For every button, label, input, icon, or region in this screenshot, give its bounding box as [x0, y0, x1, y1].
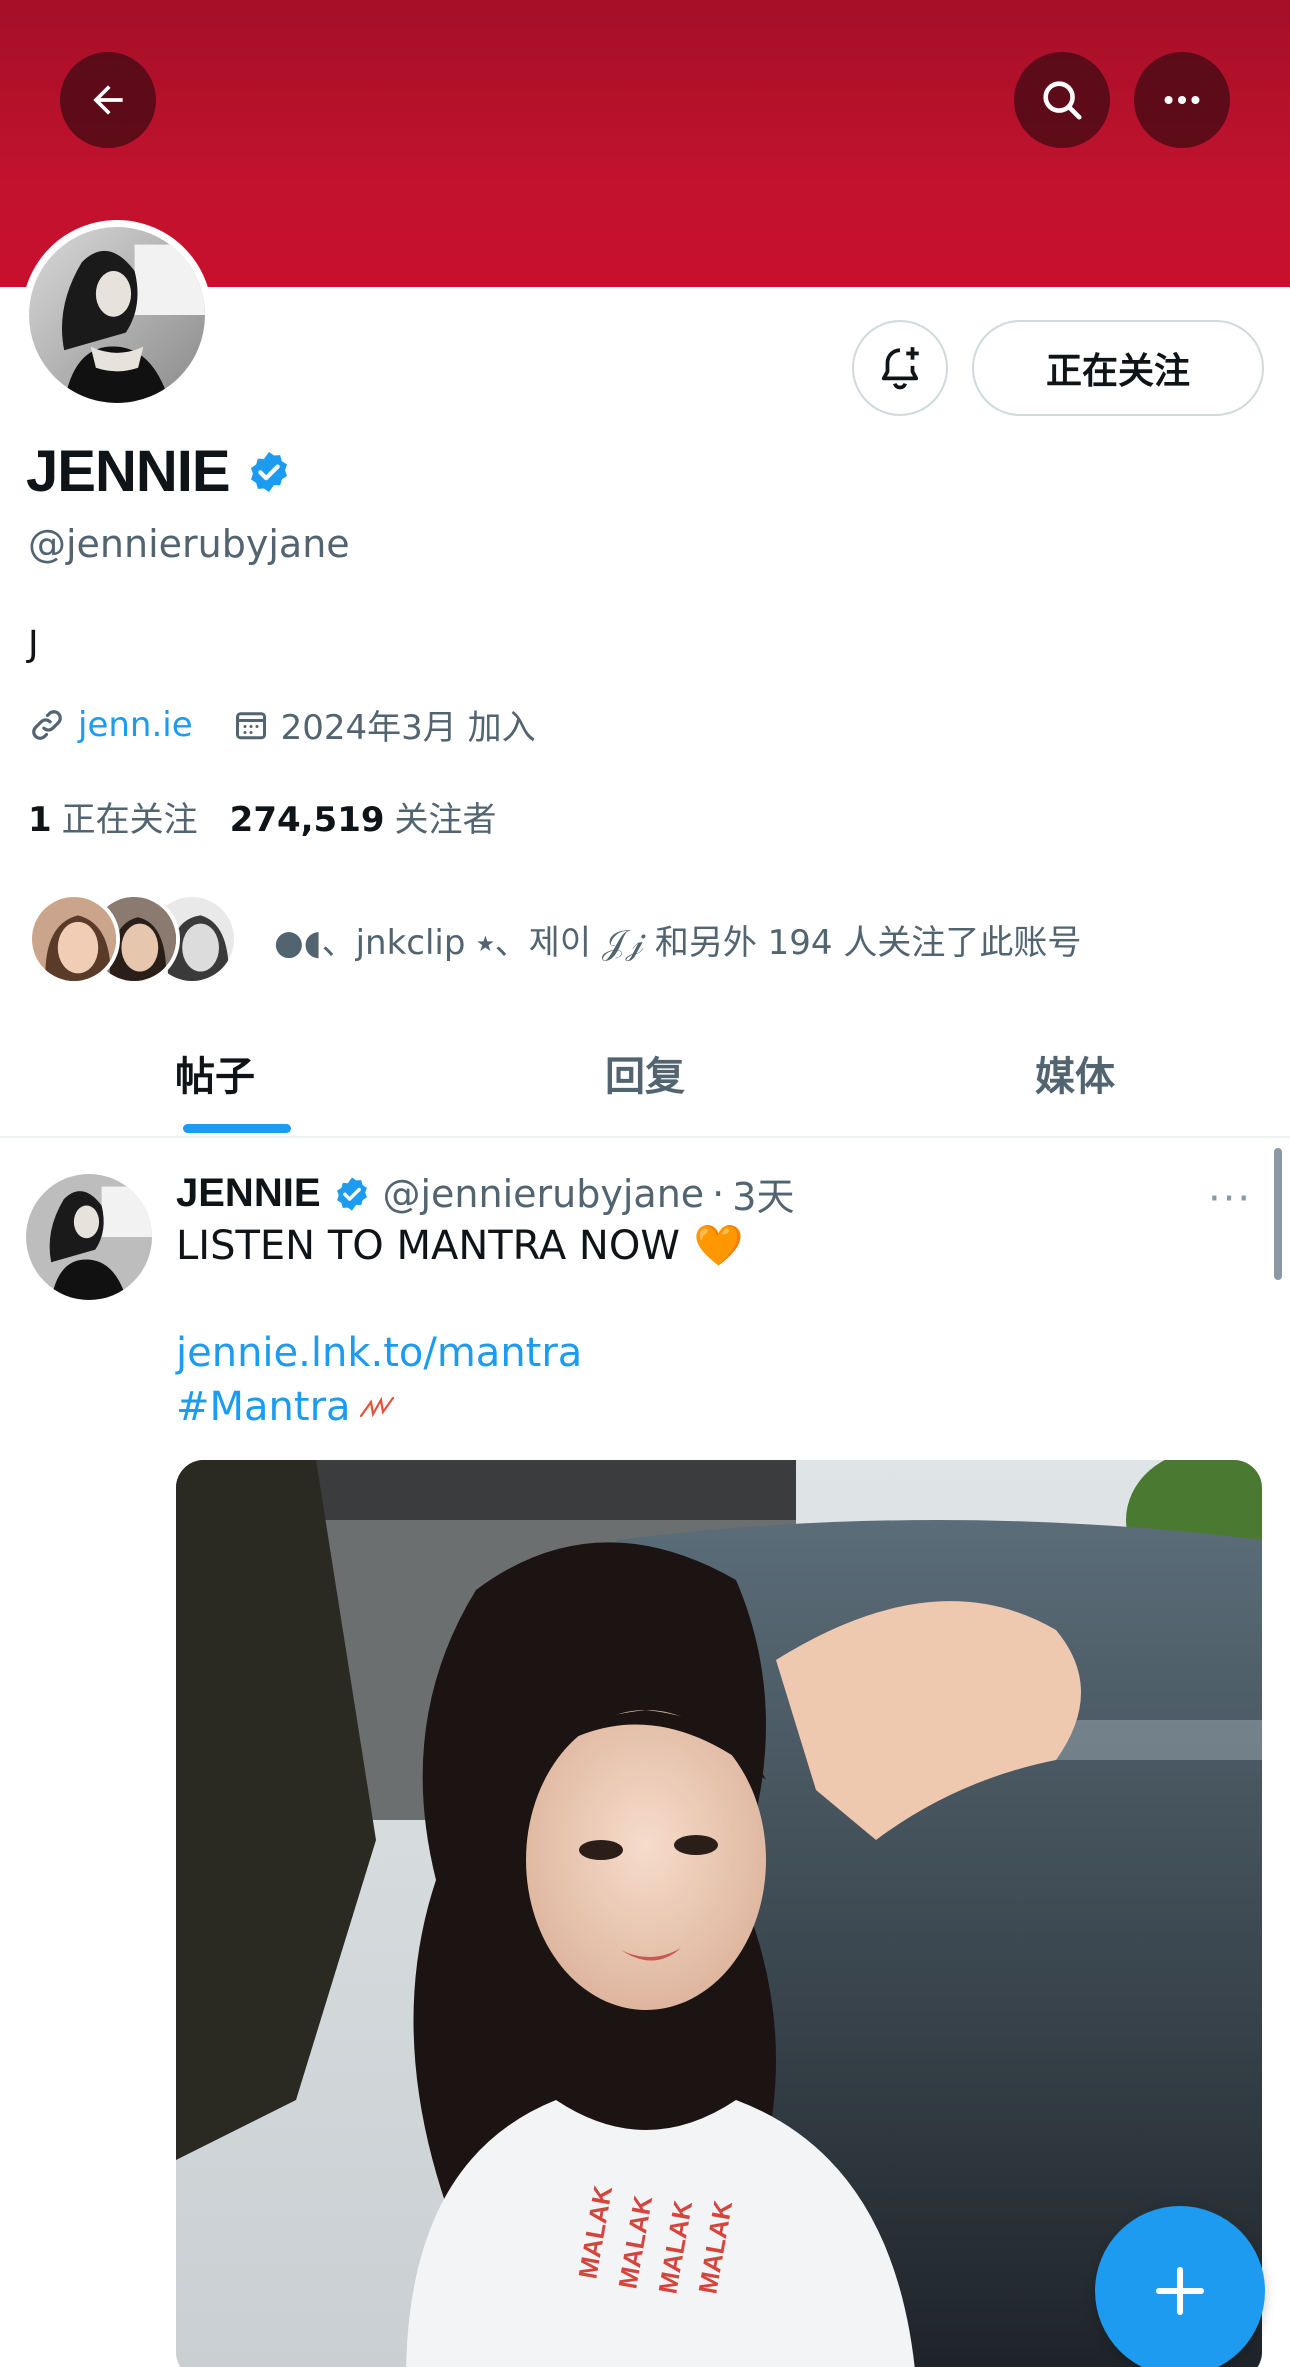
display-name-row: JENNIE — [26, 438, 292, 505]
follow-stats: 1 正在关注 274,519 关注者 — [28, 792, 497, 841]
following-button[interactable]: 正在关注 — [972, 320, 1264, 416]
tweet-link[interactable]: jennie.lnk.to/mantra — [176, 1330, 582, 1376]
bell-plus-icon — [881, 347, 919, 390]
profile-link-text[interactable]: jenn.ie — [78, 705, 193, 745]
profile-handle: @jennierubyjane — [28, 522, 350, 566]
tab-media[interactable]: 媒体 — [860, 1010, 1290, 1136]
calendar-icon — [235, 711, 266, 739]
following-label: 正在关注 — [61, 800, 198, 840]
tweet-separator: · — [712, 1171, 725, 1216]
compose-button[interactable] — [1095, 2206, 1265, 2367]
arrow-left-icon — [93, 85, 123, 115]
notification-button[interactable] — [852, 320, 948, 416]
tweet-text: LISTEN TO MANTRA NOW 🧡 — [176, 1222, 744, 1270]
plus-icon — [1155, 2266, 1205, 2316]
mutual-avatars — [28, 893, 238, 985]
profile-link[interactable]: jenn.ie — [28, 705, 193, 745]
profile-meta: jenn.ie 2024年3月 加入 — [28, 700, 576, 749]
search-icon — [1043, 81, 1082, 120]
verified-badge-icon — [250, 451, 287, 492]
more-button[interactable] — [1134, 52, 1230, 148]
more-horizontal-icon — [1164, 95, 1200, 105]
tweet-avatar[interactable] — [26, 1174, 152, 1300]
tweet-header: JENNIE @jennierubyjane · 3天 — [176, 1166, 794, 1221]
search-button[interactable] — [1014, 52, 1110, 148]
tweet-time[interactable]: 3天 — [732, 1166, 794, 1221]
avatar-photo — [29, 227, 205, 403]
orange-heart-icon: 🧡 — [693, 1223, 744, 1269]
mantra-hashflag-icon — [359, 1396, 394, 1418]
followers-label: 关注者 — [394, 800, 497, 840]
profile-tabs: 帖子 回复 媒体 — [0, 1010, 1290, 1138]
verified-badge-icon — [336, 1176, 367, 1211]
tweet-media-image[interactable]: MALAK MALAK MALAK MALAK — [176, 1460, 1262, 2367]
followers-count[interactable]: 274,519 关注者 — [230, 792, 497, 841]
tab-posts[interactable]: 帖子 — [0, 1010, 430, 1136]
tweet-author-handle: @jennierubyjane — [382, 1171, 705, 1216]
followers-you-know[interactable]: ●◖、jnkclip ⭑、제이 𝒥𝒿 和另外 194 人关注了此账号 — [28, 893, 1081, 985]
profile-banner — [0, 0, 1290, 287]
followers-you-know-text: ●◖、jnkclip ⭑、제이 𝒥𝒿 和另外 194 人关注了此账号 — [274, 922, 1082, 963]
tweet-author-name[interactable]: JENNIE — [176, 1171, 321, 1216]
profile-bio: J — [28, 624, 39, 665]
link-icon — [32, 709, 62, 740]
following-number: 1 — [28, 800, 52, 840]
mutual-avatar — [28, 893, 120, 985]
back-button[interactable] — [60, 52, 156, 148]
profile-avatar[interactable] — [22, 220, 212, 410]
following-count[interactable]: 1 正在关注 — [28, 792, 198, 841]
tweet-hashtag-row: #Mantra — [176, 1384, 399, 1430]
scrollbar[interactable] — [1274, 1148, 1282, 1280]
tweet-text-content: LISTEN TO MANTRA NOW — [176, 1222, 680, 1269]
followers-number: 274,519 — [229, 800, 385, 840]
tweet-more-button[interactable]: ··· — [1208, 1176, 1252, 1222]
display-name: JENNIE — [26, 439, 231, 504]
tab-replies[interactable]: 回复 — [430, 1010, 860, 1136]
active-tab-indicator — [183, 1124, 291, 1133]
joined-date: 2024年3月 加入 — [233, 700, 536, 749]
joined-text: 2024年3月 加入 — [280, 708, 536, 748]
tweet-hashtag[interactable]: #Mantra — [176, 1384, 351, 1430]
